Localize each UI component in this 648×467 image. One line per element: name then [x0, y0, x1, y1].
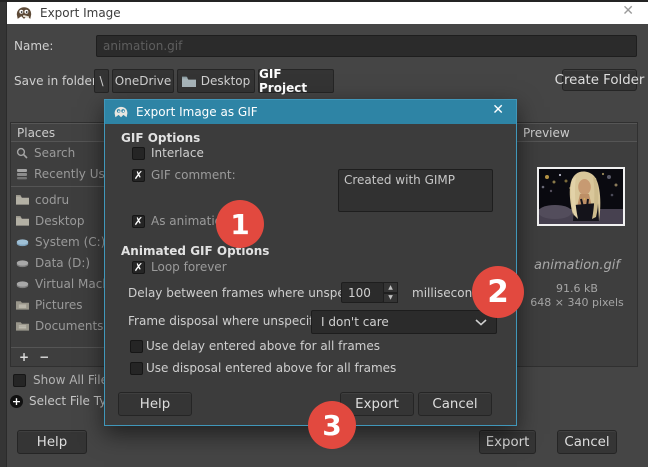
remove-place-button[interactable]: − [39, 350, 49, 364]
preview-filename: animation.gif [534, 258, 620, 273]
loop-forever-checkbox[interactable]: ✗ [132, 261, 145, 274]
interlace-checkbox[interactable] [132, 147, 145, 160]
gif-dialog-title: Export Image as GIF [136, 105, 258, 119]
export-gif-dialog: Export Image as GIF ✕ GIF Options Interl… [104, 99, 524, 449]
use-delay-label: Use delay entered above for all frames [146, 339, 380, 353]
breadcrumb-root[interactable]: \ [94, 69, 109, 93]
disposal-select[interactable]: I don't care [311, 310, 497, 334]
place-item-search[interactable]: Search [11, 142, 112, 163]
folder-icon [16, 194, 29, 205]
drive-icon [16, 280, 29, 288]
drive-icon [16, 259, 29, 267]
places-header[interactable]: Places [11, 123, 112, 142]
preview-panel: Preview [516, 122, 638, 367]
animation-preview-image [538, 169, 623, 224]
place-label: System (C:) [35, 234, 106, 249]
spinner-down-icon[interactable]: ▼ [383, 292, 398, 303]
create-folder-button[interactable]: Create Folder [555, 69, 644, 91]
disposal-label: Frame disposal where unspecified: [128, 314, 336, 328]
add-place-button[interactable]: + [19, 350, 29, 364]
spinner-up-icon[interactable]: ▲ [383, 282, 398, 293]
place-item-codru[interactable]: codru [11, 189, 112, 210]
places-toolbar: + − [11, 347, 112, 366]
pictures-folder-icon [16, 301, 29, 310]
folder-icon [16, 215, 29, 226]
preview-dimensions: 648 × 340 pixels [530, 296, 624, 309]
show-all-files-checkbox[interactable] [13, 374, 26, 387]
window-close-icon[interactable]: ✕ [622, 3, 634, 19]
annotation-badge-1: 1 [216, 200, 264, 248]
gif-dialog-titlebar: Export Image as GIF [105, 100, 516, 124]
place-label: Documents [35, 318, 104, 333]
name-label: Name: [14, 39, 54, 53]
documents-folder-icon [16, 322, 29, 331]
breadcrumb-desktop-label: Desktop [200, 74, 251, 88]
places-separator [11, 186, 112, 187]
show-all-files-label: Show All Files [33, 373, 115, 387]
chevron-down-icon [475, 318, 487, 326]
place-label: Desktop [35, 213, 85, 228]
save-in-folder-label: Save in folder: [14, 74, 101, 88]
use-delay-checkbox[interactable] [130, 340, 143, 353]
place-item-system-c[interactable]: System (C:) [11, 231, 112, 252]
use-disposal-checkbox[interactable] [130, 362, 143, 375]
window-titlebar: Export Image [7, 2, 648, 24]
place-label: Data (D:) [35, 255, 91, 270]
preview-file-meta: 91.6 kB 648 × 340 pixels [516, 282, 638, 310]
use-disposal-label: Use disposal entered above for all frame… [146, 361, 397, 375]
gif-comment-textarea[interactable]: Created with GIMP [338, 169, 493, 212]
gimp-wilber-icon [114, 106, 128, 117]
preview-filesize: 91.6 kB [556, 282, 598, 295]
disposal-selected-value: I don't care [321, 315, 389, 329]
window-edge-strip [0, 2, 7, 467]
filename-input[interactable]: animation.gif [96, 35, 637, 57]
place-label: Virtual Machines [35, 276, 112, 291]
preview-header: Preview [517, 123, 637, 142]
delay-spinner: ▲ ▼ [383, 282, 398, 303]
gif-dialog-close-icon[interactable]: ✕ [492, 102, 504, 118]
gif-dialog-cancel-button[interactable]: Cancel [418, 392, 492, 416]
places-panel: Places Search Recently Used codru Deskto… [10, 122, 113, 367]
as-animation-checkbox[interactable]: ✗ [132, 215, 145, 228]
help-button[interactable]: Help [17, 430, 87, 454]
place-item-recently-used[interactable]: Recently Used [11, 163, 112, 184]
place-item-virtual-machines[interactable]: Virtual Machines [11, 273, 112, 294]
gif-dialog-help-button[interactable]: Help [118, 392, 192, 416]
window-title: Export Image [40, 6, 121, 20]
export-button[interactable]: Export [479, 430, 536, 454]
place-label: Recently Used [34, 166, 112, 181]
annotation-badge-2: 2 [472, 266, 524, 318]
drive-icon [16, 238, 29, 246]
gimp-wilber-icon [16, 6, 32, 19]
gif-comment-label: GIF comment: [151, 168, 236, 182]
breadcrumb-desktop[interactable]: Desktop [177, 69, 255, 93]
place-label: codru [35, 192, 70, 207]
preview-thumbnail [537, 167, 625, 226]
loop-forever-label: Loop forever [151, 260, 227, 274]
gif-options-heading: GIF Options [121, 131, 201, 145]
place-item-desktop[interactable]: Desktop [11, 210, 112, 231]
breadcrumb-gif-project[interactable]: GIF Project [258, 67, 334, 95]
gif-comment-checkbox[interactable]: ✗ [132, 169, 145, 182]
place-item-documents[interactable]: Documents [11, 315, 112, 336]
delay-input[interactable]: 100 [341, 282, 384, 303]
place-item-data-d[interactable]: Data (D:) [11, 252, 112, 273]
place-label: Search [34, 145, 76, 160]
annotation-badge-3: 3 [308, 401, 356, 449]
interlace-label: Interlace [151, 146, 204, 160]
search-icon [16, 147, 28, 159]
place-label: Pictures [35, 297, 83, 312]
recent-icon [17, 168, 27, 179]
cancel-button[interactable]: Cancel [557, 430, 617, 454]
folder-icon [181, 76, 196, 87]
breadcrumb-onedrive[interactable]: OneDrive [112, 69, 174, 93]
select-file-type-expander-icon[interactable]: + [10, 395, 23, 408]
export-image-window: Export Image ✕ Name: animation.gif Save … [0, 0, 648, 467]
place-item-pictures[interactable]: Pictures [11, 294, 112, 315]
